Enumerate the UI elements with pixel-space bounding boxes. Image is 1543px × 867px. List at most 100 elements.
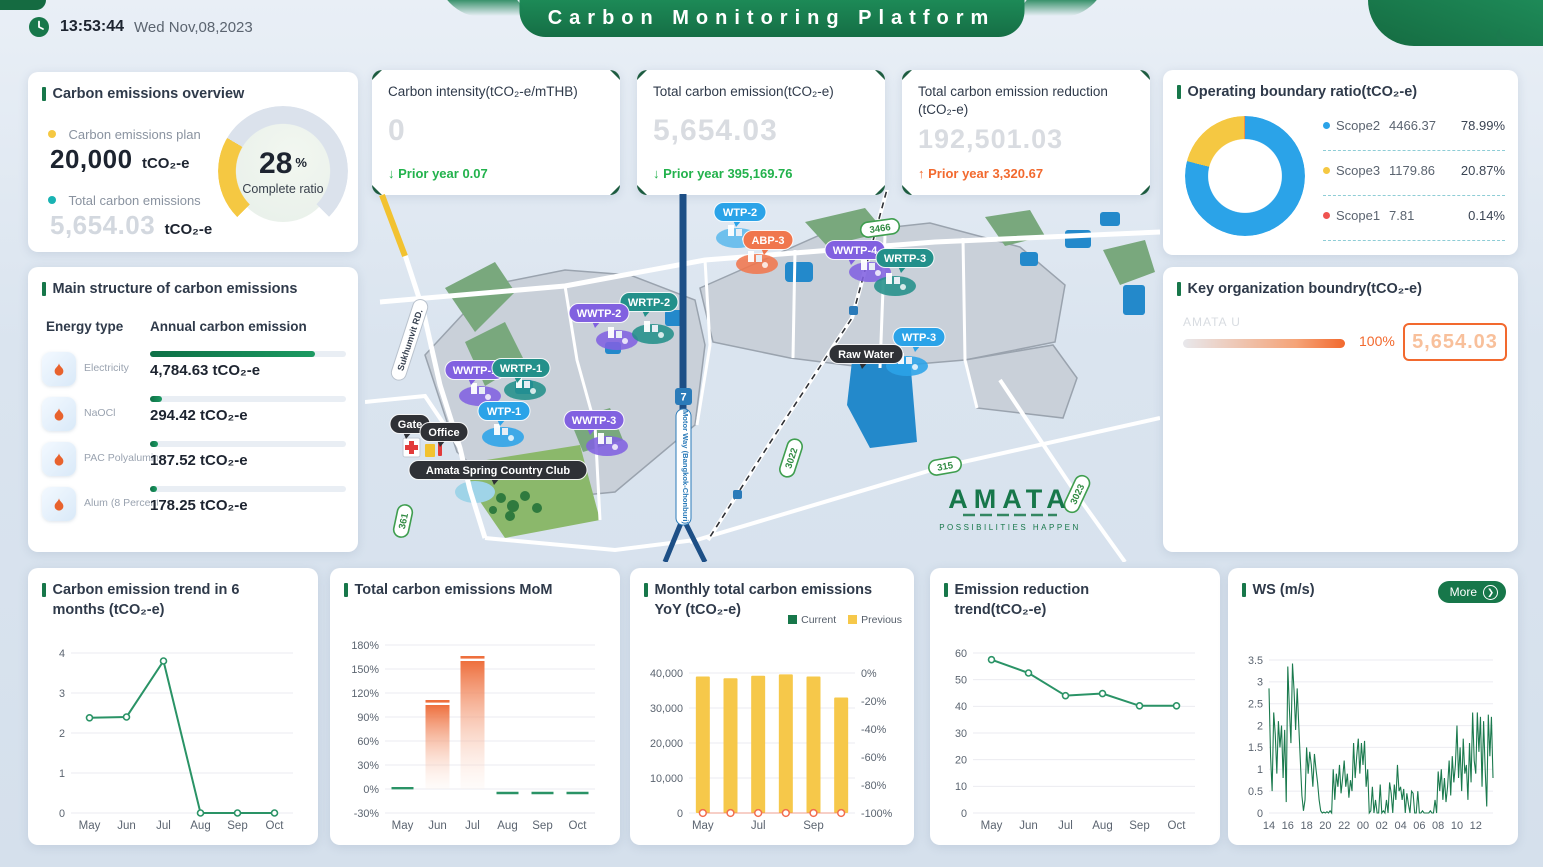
chart-title: Carbon emission trend in 6 months (tCO₂-… bbox=[42, 581, 287, 620]
svg-text:Oct: Oct bbox=[1168, 820, 1187, 832]
svg-text:-30%: -30% bbox=[354, 808, 380, 820]
legend-item: Current bbox=[788, 614, 836, 626]
scope-donut-chart bbox=[1185, 116, 1305, 236]
svg-text:0.5: 0.5 bbox=[1248, 786, 1263, 798]
industrial-estate-map[interactable]: Sukhumvit RD. 7 Motor Way (Bangkok-Chonb… bbox=[365, 190, 1160, 562]
svg-text:WRTP-1: WRTP-1 bbox=[500, 363, 542, 375]
trend-6-months-card: Carbon emission trend in 6 months (tCO₂-… bbox=[28, 568, 318, 845]
svg-text:2: 2 bbox=[59, 728, 65, 740]
svg-text:20: 20 bbox=[1319, 820, 1331, 832]
legend-item: Previous bbox=[848, 614, 902, 626]
svg-text:WRTP-3: WRTP-3 bbox=[884, 253, 926, 265]
scope-dot bbox=[1323, 122, 1330, 129]
amata-logo: AMATA POSSIBILITIES HAPPEN bbox=[939, 484, 1081, 532]
map-marker-wtp-2[interactable]: WTP-2 bbox=[714, 203, 766, 228]
ws-chart[interactable]: 00.511.522.533.5141618202200020406081012 bbox=[1241, 650, 1503, 835]
svg-text:WWTP-4: WWTP-4 bbox=[833, 245, 878, 257]
svg-text:0: 0 bbox=[59, 808, 65, 820]
svg-text:60: 60 bbox=[955, 648, 967, 660]
flame-icon bbox=[52, 497, 66, 511]
current-time: 13:53:44 bbox=[60, 18, 124, 36]
app-banner: Carbon Monitoring Platform bbox=[519, 0, 1024, 37]
current-date: Wed Nov,08,2023 bbox=[134, 19, 253, 36]
yoy-chart[interactable]: 010,00020,00030,00040,000MayJulSep0%-20%… bbox=[643, 663, 901, 835]
energy-name: PAC Polyaluminiu... bbox=[84, 452, 158, 464]
svg-text:7: 7 bbox=[680, 392, 686, 404]
energy-bar-fill bbox=[150, 486, 157, 492]
svg-text:POSSIBILITIES HAPPEN: POSSIBILITIES HAPPEN bbox=[939, 523, 1081, 532]
mom-chart[interactable]: -30%0%30%60%90%120%150%180%MayJunJulAugS… bbox=[343, 635, 605, 835]
svg-text:Sep: Sep bbox=[1129, 820, 1149, 832]
svg-text:WWTP-3: WWTP-3 bbox=[572, 415, 617, 427]
energy-icon-tile bbox=[42, 487, 76, 521]
svg-text:WTP-3: WTP-3 bbox=[902, 332, 936, 344]
col-energy-type: Energy type bbox=[46, 319, 123, 334]
trend-6-months-chart[interactable]: 01234MayJunJulAugSepOct bbox=[41, 643, 303, 835]
scope-legend-row: Scope17.810.14% bbox=[1323, 196, 1505, 241]
scope-value: 4466.37 bbox=[1389, 118, 1436, 133]
svg-text:04: 04 bbox=[1394, 820, 1406, 832]
org-name: AMATA U bbox=[1183, 315, 1241, 329]
gauge-label: Complete ratio bbox=[242, 182, 323, 196]
svg-text:60%: 60% bbox=[357, 736, 379, 748]
svg-text:0%: 0% bbox=[861, 668, 877, 680]
ws-card: WS (m/s) More ❯ 00.511.522.533.514161820… bbox=[1228, 568, 1518, 845]
reduction-trend-card: Emission reduction trend(tCO₂-e) 0102030… bbox=[930, 568, 1220, 845]
header-left-accent bbox=[0, 0, 46, 10]
energy-value: 4,784.63 tCO₂-e bbox=[150, 362, 260, 379]
boundary-title: Operating boundary ratio(tCO₂-e) bbox=[1177, 83, 1504, 103]
svg-text:2.5: 2.5 bbox=[1248, 699, 1263, 711]
svg-text:50: 50 bbox=[955, 674, 967, 686]
more-button[interactable]: More ❯ bbox=[1438, 581, 1506, 603]
total-emission-card: Total carbon emission(tCO₂-e) 5,654.03 ↓… bbox=[637, 70, 885, 195]
scope-name: Scope2 bbox=[1336, 118, 1380, 133]
svg-text:WTP-2: WTP-2 bbox=[723, 207, 757, 219]
operating-boundary-card: Operating boundary ratio(tCO₂-e) Scope2 4… bbox=[1163, 70, 1518, 255]
svg-text:WTP-1: WTP-1 bbox=[487, 406, 521, 418]
svg-text:Aug: Aug bbox=[190, 820, 210, 832]
scope-legend-row: Scope2 4466.37 78.99% bbox=[1323, 106, 1505, 151]
svg-text:Sep: Sep bbox=[803, 820, 823, 832]
flame-icon bbox=[52, 362, 66, 376]
key-org-title: Key organization boundry(tCO₂-e) bbox=[1177, 280, 1504, 300]
svg-text:30: 30 bbox=[955, 728, 967, 740]
reduction-trend-chart[interactable]: 0102030405060MayJunJulAugSepOct bbox=[943, 643, 1205, 835]
stat-title: Total carbon emission reduction (tCO₂-e) bbox=[918, 83, 1138, 119]
gauge-value: 28 bbox=[259, 147, 292, 180]
scope-dot bbox=[1323, 212, 1330, 219]
energy-bar-track bbox=[150, 396, 346, 402]
svg-text:1.5: 1.5 bbox=[1248, 742, 1263, 754]
stat-value: 5,654.03 bbox=[653, 114, 778, 148]
energy-bar-track bbox=[150, 351, 346, 357]
svg-text:0: 0 bbox=[961, 808, 967, 820]
stat-delta: ↓ Prior year 395,169.76 bbox=[653, 166, 793, 181]
svg-text:20: 20 bbox=[955, 754, 967, 766]
svg-text:May: May bbox=[981, 820, 1003, 832]
svg-text:WWTP-1: WWTP-1 bbox=[453, 365, 498, 377]
svg-text:-60%: -60% bbox=[861, 752, 887, 764]
chart-title: Emission reduction trend(tCO₂-e) bbox=[944, 581, 1124, 620]
energy-name: Alum (8 Percent) bbox=[84, 497, 158, 509]
overview-title: Carbon emissions overview bbox=[42, 85, 344, 105]
svg-text:Jun: Jun bbox=[117, 820, 136, 832]
stat-delta: ↓ Prior year 0.07 bbox=[388, 166, 488, 181]
stat-title: Total carbon emission(tCO₂-e) bbox=[653, 83, 873, 101]
energy-row: Alum (8 Percent)178.25 tCO₂-e bbox=[40, 486, 346, 528]
svg-text:180%: 180% bbox=[351, 640, 379, 652]
svg-text:40,000: 40,000 bbox=[650, 668, 683, 680]
svg-text:2: 2 bbox=[1257, 720, 1263, 732]
svg-text:Jul: Jul bbox=[751, 820, 766, 832]
svg-text:WWTP-2: WWTP-2 bbox=[577, 308, 622, 320]
chevron-right-icon: ❯ bbox=[1483, 585, 1498, 600]
plan-value: 20,000 bbox=[50, 144, 133, 174]
svg-text:0: 0 bbox=[677, 808, 683, 820]
main-structure-card: Main structure of carbon emissions Energ… bbox=[28, 267, 358, 552]
col-annual-emission: Annual carbon emission bbox=[150, 319, 307, 334]
road-shield: 3022 bbox=[778, 437, 804, 479]
sukhumvit-road bbox=[382, 195, 405, 256]
scope-percent: 78.99% bbox=[1461, 118, 1505, 133]
svg-text:Gate: Gate bbox=[398, 419, 422, 431]
stat-title: Carbon intensity(tCO₂-e/mTHB) bbox=[388, 83, 608, 101]
carbon-overview-card: Carbon emissions overview Carbon emissio… bbox=[28, 72, 358, 252]
scope-percent: 0.14% bbox=[1468, 208, 1505, 223]
